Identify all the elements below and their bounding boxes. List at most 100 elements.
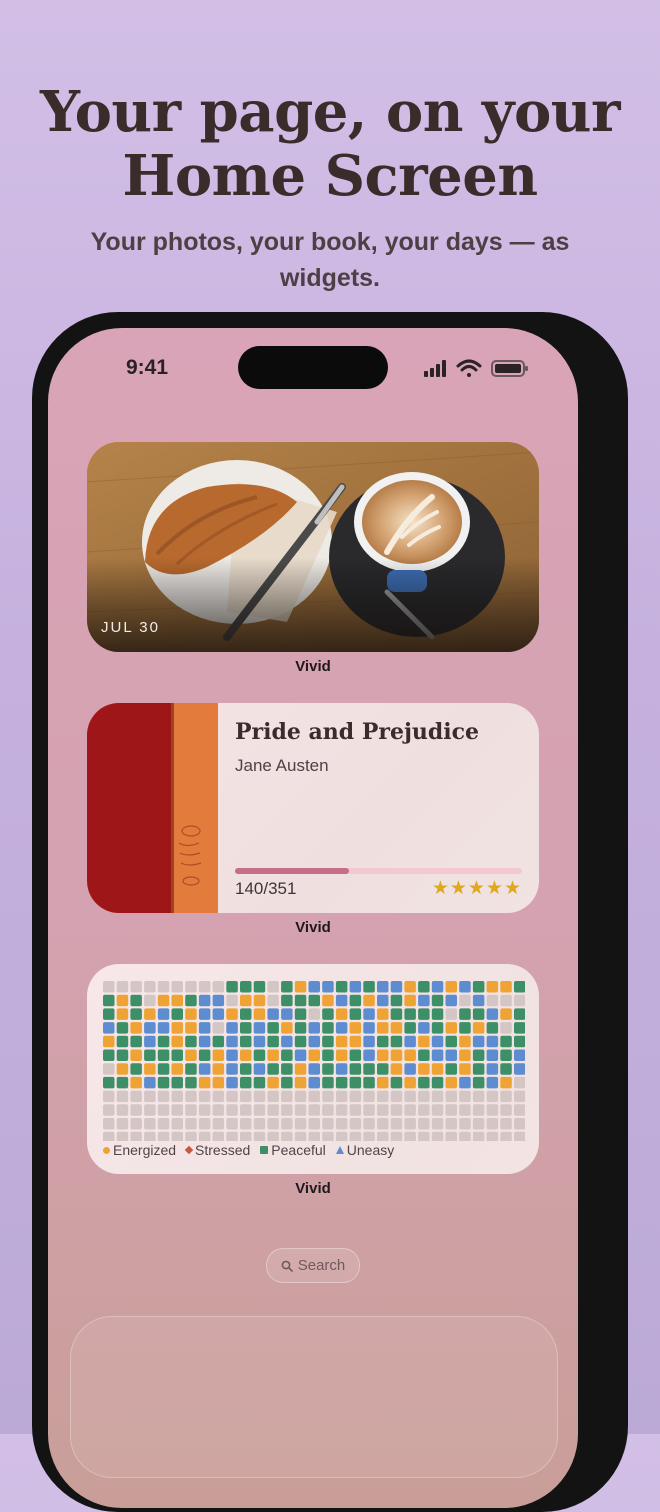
legend-energized: Energized	[103, 1142, 176, 1158]
mood-cell	[418, 1076, 430, 1089]
mood-cell	[226, 1090, 238, 1103]
mood-cell	[308, 1104, 320, 1116]
mood-cell	[390, 1035, 403, 1048]
status-time: 9:41	[126, 356, 169, 379]
mood-cell	[500, 981, 512, 993]
book-author: Jane Austen	[235, 756, 329, 775]
mood-cell	[144, 1049, 156, 1061]
mood-cell	[198, 1131, 211, 1141]
mood-cell	[157, 1049, 170, 1061]
mood-cell	[240, 1049, 252, 1061]
mood-cell	[472, 1090, 485, 1103]
mood-cell	[253, 1035, 266, 1048]
mood-cell	[431, 1131, 444, 1141]
mood-cell	[335, 994, 348, 1007]
mood-legend: Energized Stressed Peaceful Uneasy	[103, 1142, 394, 1158]
mood-cell	[377, 1090, 389, 1103]
mood-widget[interactable]: Energized Stressed Peaceful Uneasy	[87, 964, 539, 1174]
mood-cell	[363, 1104, 375, 1116]
mood-cell	[500, 1090, 512, 1103]
peaceful-square-icon	[260, 1146, 269, 1154]
mood-cell	[212, 1118, 225, 1130]
mood-cell	[253, 1049, 266, 1061]
mood-cell	[171, 1090, 183, 1103]
mood-cell	[445, 994, 457, 1007]
mood-cell	[185, 1063, 197, 1075]
mood-cell	[431, 1118, 444, 1130]
mood-cell	[240, 1118, 252, 1130]
mood-cell	[103, 1104, 115, 1116]
mood-cell	[445, 1076, 457, 1089]
mood-cell	[116, 1076, 129, 1089]
mood-cell	[281, 1076, 293, 1089]
mood-cell	[514, 1035, 525, 1048]
mood-cell	[418, 994, 430, 1007]
mood-cell	[281, 1022, 293, 1034]
mood-cell	[157, 994, 170, 1007]
headline-line-2: Home Screen	[122, 143, 538, 209]
mood-cell	[363, 1022, 375, 1034]
search-label: Search	[297, 1257, 346, 1274]
mood-cell	[103, 1090, 115, 1103]
mood-cell	[130, 1063, 142, 1075]
mood-cell	[185, 1049, 197, 1061]
mood-cell	[267, 1022, 279, 1034]
mood-cell	[253, 1063, 266, 1075]
mood-cell	[226, 981, 238, 993]
mood-cell	[157, 1104, 170, 1116]
mood-cell	[253, 1022, 266, 1034]
search-button[interactable]: Search	[266, 1248, 360, 1283]
mood-cell	[486, 1063, 499, 1075]
mood-cell	[294, 1131, 307, 1141]
mood-cell	[144, 1008, 156, 1020]
mood-cell	[377, 1131, 389, 1141]
mood-cell	[267, 981, 279, 993]
mood-cell	[431, 1008, 444, 1020]
mood-cell	[431, 1090, 444, 1103]
mood-cell	[308, 1063, 320, 1075]
mood-cell	[226, 1104, 238, 1116]
mood-cell	[253, 1008, 266, 1020]
mood-cell	[116, 994, 129, 1007]
mood-cell	[185, 1104, 197, 1116]
mood-cell	[459, 1063, 471, 1075]
mood-cell	[322, 1118, 334, 1130]
mood-cell	[459, 1131, 471, 1141]
mood-cell	[514, 994, 525, 1007]
mood-cell	[472, 1076, 485, 1089]
mood-cell	[363, 1008, 375, 1020]
mood-cell	[116, 1008, 129, 1020]
mood-cell	[157, 1008, 170, 1020]
mood-cell	[459, 1104, 471, 1116]
mood-cell	[212, 1063, 225, 1075]
mood-cell	[472, 1118, 485, 1130]
mood-cell	[185, 994, 197, 1007]
status-icons	[424, 358, 534, 378]
mood-cell	[253, 1118, 266, 1130]
mood-cell	[322, 994, 334, 1007]
photo-widget[interactable]: JUL 30	[87, 442, 539, 652]
mood-cell	[390, 1063, 403, 1075]
mood-cell	[226, 1131, 238, 1141]
mood-cell	[500, 994, 512, 1007]
mood-cell	[486, 1049, 499, 1061]
mood-cell	[431, 1104, 444, 1116]
mood-cell	[322, 1008, 334, 1020]
mood-cell	[377, 1104, 389, 1116]
book-cover-image	[87, 703, 218, 913]
mood-cell	[116, 1063, 129, 1075]
mood-cell	[404, 1076, 416, 1089]
mood-cell	[294, 1008, 307, 1020]
book-widget[interactable]: Pride and Prejudice Jane Austen 140/351 …	[87, 703, 539, 913]
mood-cell	[171, 1035, 183, 1048]
mood-cell	[363, 1035, 375, 1048]
mood-cell	[514, 1008, 525, 1020]
mood-cell	[157, 1090, 170, 1103]
mood-cell	[185, 1090, 197, 1103]
mood-cell	[212, 1035, 225, 1048]
mood-cell	[500, 1008, 512, 1020]
mood-cell	[514, 981, 525, 993]
mood-cell	[212, 1076, 225, 1089]
mood-cell	[377, 994, 389, 1007]
mood-cell	[130, 1008, 142, 1020]
